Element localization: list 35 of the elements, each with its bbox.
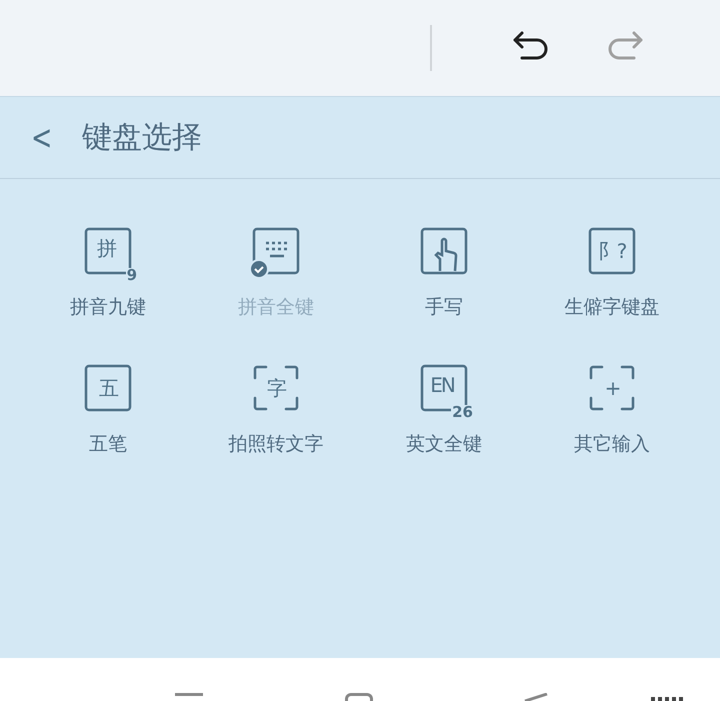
keyboard-option[interactable]: 拼 9 拼音九键 [24, 227, 192, 322]
icon-glyph: + [604, 378, 620, 398]
keyboard-option[interactable]: 字 拍照转文字 [192, 364, 360, 458]
icon-glyph: 字 [267, 378, 285, 398]
key-frame-icon [252, 227, 300, 275]
option-label: 拼音全键 [238, 295, 314, 320]
icon-glyph: 阝? [598, 241, 626, 261]
bracket-frame-icon [252, 364, 300, 412]
icon-number: 26 [451, 404, 474, 420]
keyboard-option[interactable]: 阝? 生僻字键盘 [528, 227, 696, 322]
keyboard-option[interactable]: + 其它输入 [528, 364, 696, 458]
option-label: 其它输入 [574, 432, 650, 456]
option-label: 生僻字键盘 [564, 295, 660, 320]
keyboard-option[interactable]: 五 五笔 [24, 364, 192, 458]
key-frame-icon [84, 364, 132, 412]
option-label: 拼音九键 [70, 295, 146, 320]
home-nav-icon[interactable] [345, 693, 373, 701]
bracket-frame-icon [588, 364, 636, 412]
icon-glyph: EN [430, 374, 454, 394]
icon-number: 9 [126, 268, 138, 283]
key-frame-icon [588, 227, 636, 275]
option-label: 拍照转文字 [228, 432, 324, 456]
option-label: 五笔 [89, 432, 127, 456]
keyboard-option[interactable]: EN 26 英文全键 [360, 364, 528, 458]
back-nav-icon[interactable] [523, 693, 549, 701]
option-label: 手写 [425, 295, 463, 320]
key-frame-icon [420, 227, 468, 275]
check-icon [249, 259, 269, 279]
icon-glyph: 五 [99, 378, 117, 398]
back-button[interactable]: < [31, 120, 49, 154]
keyboard-nav-icon[interactable] [649, 695, 685, 701]
option-label: 英文全键 [406, 432, 482, 456]
icon-glyph: 拼 [97, 238, 115, 258]
page-title: 键盘选择 [82, 119, 202, 157]
keyboard-option[interactable]: 手写 [360, 227, 528, 322]
